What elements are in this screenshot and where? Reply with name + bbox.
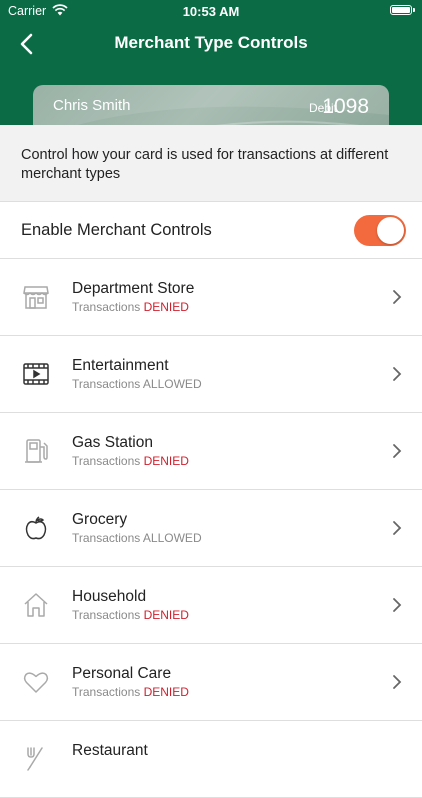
storefront-icon: [23, 286, 49, 309]
merchant-name: Department Store: [72, 280, 195, 297]
merchant-name: Grocery: [72, 511, 128, 528]
merchant-status-prefix: Transactions: [72, 300, 141, 314]
merchant-row-grocery[interactable]: Grocery Transactions ALLOWED: [0, 490, 422, 567]
debit-card: Chris Smith Debit 1098: [33, 85, 389, 125]
film-icon: [23, 363, 49, 385]
merchant-name: Entertainment: [72, 357, 169, 374]
merchant-status: DENIED: [143, 685, 189, 699]
intro-panel: Control how your card is used for transa…: [0, 125, 422, 202]
chevron-right-icon: [393, 675, 402, 689]
page-title: Merchant Type Controls: [114, 33, 308, 52]
merchant-controls-row: Enable Merchant Controls: [0, 202, 422, 259]
merchant-row-department-store[interactable]: Department Store Transactions DENIED: [0, 259, 422, 336]
chevron-right-icon: [393, 290, 402, 304]
chevron-right-icon: [393, 521, 402, 535]
toggle-knob: [377, 217, 404, 244]
chevron-right-icon: [393, 367, 402, 381]
card-last-four: 1098: [322, 95, 369, 118]
merchant-row-entertainment[interactable]: Entertainment Transactions ALLOWED: [0, 336, 422, 413]
status-bar: Carrier 10:53 AM: [0, 0, 422, 22]
merchant-row-restaurant[interactable]: Restaurant: [0, 721, 422, 798]
gas-pump-icon: [25, 439, 48, 463]
merchant-controls-label: Enable Merchant Controls: [21, 221, 212, 239]
merchant-status-prefix: Transactions: [72, 608, 141, 622]
merchant-controls-toggle[interactable]: [354, 215, 406, 246]
merchant-status-prefix: Transactions: [72, 685, 141, 699]
merchant-name: Gas Station: [72, 434, 153, 451]
merchant-status: ALLOWED: [142, 531, 202, 545]
merchant-row-personal-care[interactable]: Personal Care Transactions DENIED: [0, 644, 422, 721]
heart-icon: [23, 672, 49, 693]
intro-text: Control how your card is used for transa…: [21, 147, 389, 182]
merchant-status-line: Transactions DENIED: [72, 608, 189, 622]
merchant-row-gas-station[interactable]: Gas Station Transactions DENIED: [0, 413, 422, 490]
merchant-list: Department Store Transactions DENIED Ent…: [0, 259, 422, 798]
utensils-icon: [27, 747, 43, 771]
merchant-row-household[interactable]: Household Transactions DENIED: [0, 567, 422, 644]
merchant-status: DENIED: [143, 608, 189, 622]
merchant-status: DENIED: [143, 454, 189, 468]
card-holder-name: Chris Smith: [53, 97, 131, 114]
house-icon: [24, 593, 48, 617]
merchant-status-line: Transactions ALLOWED: [72, 377, 202, 391]
battery-icon: [390, 5, 415, 15]
merchant-name: Restaurant: [72, 742, 148, 759]
merchant-status: DENIED: [143, 300, 189, 314]
merchant-name: Personal Care: [72, 665, 172, 682]
merchant-status-line: Transactions DENIED: [72, 454, 189, 468]
apple-icon: [25, 516, 47, 540]
merchant-name: Household: [72, 588, 147, 605]
chevron-right-icon: [393, 444, 402, 458]
merchant-status-prefix: Transactions: [72, 531, 141, 545]
chevron-right-icon: [393, 598, 402, 612]
merchant-status-line: Transactions DENIED: [72, 300, 189, 314]
merchant-status-line: Transactions DENIED: [72, 685, 189, 699]
header: Carrier 10:53 AM Merchant Type Controls …: [0, 0, 422, 125]
merchant-status-prefix: Transactions: [72, 454, 141, 468]
merchant-status: ALLOWED: [142, 377, 202, 391]
merchant-status-prefix: Transactions: [72, 377, 141, 391]
clock: 10:53 AM: [182, 4, 240, 19]
merchant-status-line: Transactions ALLOWED: [72, 531, 202, 545]
